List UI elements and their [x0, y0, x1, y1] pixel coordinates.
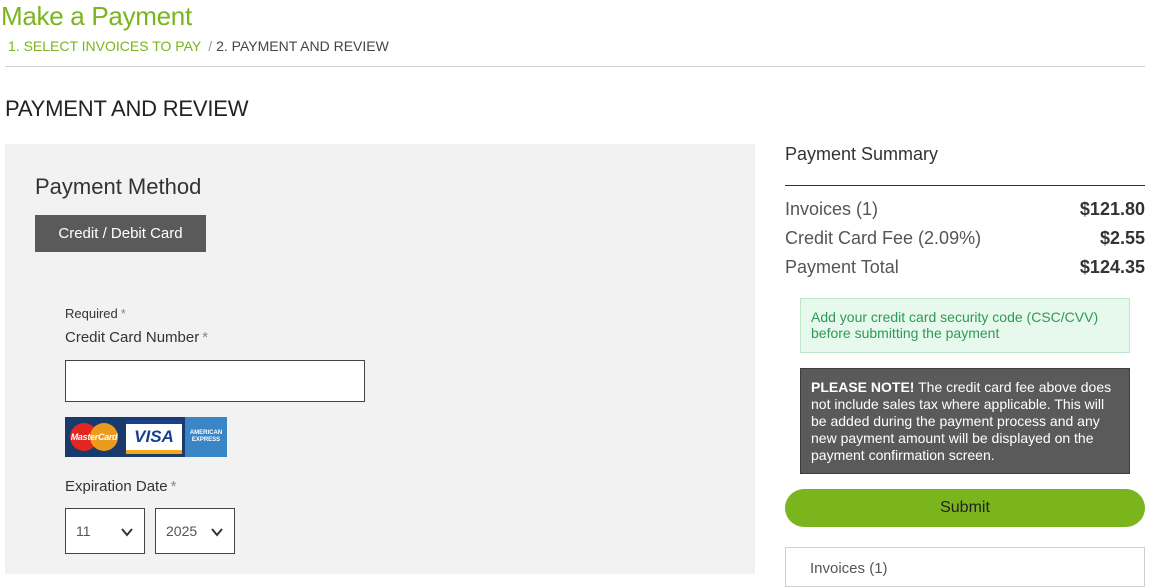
summary-row-label: Invoices (1): [785, 199, 879, 219]
invoices-accordion-label: Invoices (1): [810, 560, 888, 577]
note-strong-label: PLEASE NOTE!: [811, 379, 915, 395]
visa-logo-icon: VISA: [123, 417, 185, 457]
summary-row-invoices: Invoices (1) $121.80: [785, 199, 1145, 220]
chevron-down-icon: [211, 528, 223, 537]
header-divider: [5, 66, 1145, 67]
mastercard-logo-text: MasterCard: [70, 432, 118, 442]
expiration-year-value: 2025: [166, 523, 198, 539]
submit-button[interactable]: Submit: [785, 489, 1145, 527]
summary-row-value: $2.55: [1099, 228, 1145, 248]
summary-row-value: $124.35: [1079, 257, 1145, 277]
summary-row-value: $121.80: [1079, 199, 1145, 219]
section-heading: PAYMENT AND REVIEW: [5, 96, 249, 121]
summary-row-card-fee: Credit Card Fee (2.09%) $2.55: [785, 228, 1145, 249]
credit-debit-card-button[interactable]: Credit / Debit Card: [35, 215, 206, 252]
summary-row-label: Payment Total: [785, 257, 899, 277]
required-note-label: Required: [65, 306, 118, 321]
summary-divider: [785, 185, 1145, 186]
security-code-info-message: Add your credit card security code (CSC/…: [800, 298, 1130, 353]
breadcrumb-separator: /: [208, 38, 213, 54]
amex-logo-icon: AMERICAN EXPRESS: [185, 417, 227, 457]
expiration-month-select[interactable]: 11: [65, 508, 145, 554]
breadcrumb: 1. SELECT INVOICES TO PAY / 2. PAYMENT A…: [8, 38, 389, 54]
card-number-input[interactable]: [65, 360, 365, 402]
card-logos: MasterCard VISA AMERICAN EXPRESS: [65, 417, 227, 457]
required-asterisk: *: [120, 306, 126, 321]
invoices-accordion[interactable]: Invoices (1): [785, 547, 1145, 587]
card-number-label: Credit Card Number *: [65, 329, 208, 346]
mastercard-logo-icon: MasterCard: [65, 417, 123, 457]
expiration-year-select[interactable]: 2025: [155, 508, 235, 554]
visa-logo-text: VISA: [134, 427, 174, 446]
chevron-down-icon: [121, 528, 133, 537]
expiration-date-label-text: Expiration Date: [65, 478, 168, 495]
breadcrumb-step-payment-review: 2. PAYMENT AND REVIEW: [216, 38, 389, 54]
required-asterisk: *: [202, 329, 209, 346]
fee-note-box: PLEASE NOTE! The credit card fee above d…: [800, 368, 1130, 474]
summary-row-payment-total: Payment Total $124.35: [785, 257, 1145, 278]
required-note: Required *: [65, 306, 126, 321]
payment-summary-heading: Payment Summary: [785, 144, 939, 164]
page-title: Make a Payment: [1, 1, 192, 31]
breadcrumb-step-select-invoices[interactable]: 1. SELECT INVOICES TO PAY: [8, 38, 201, 54]
summary-row-label: Credit Card Fee (2.09%): [785, 228, 982, 248]
expiration-date-label: Expiration Date *: [65, 478, 176, 495]
payment-method-heading: Payment Method: [35, 174, 202, 199]
expiration-month-value: 11: [76, 523, 91, 539]
card-number-label-text: Credit Card Number: [65, 329, 200, 346]
required-asterisk: *: [170, 478, 177, 495]
payment-method-panel: Payment Method Credit / Debit Card Requi…: [5, 144, 755, 574]
